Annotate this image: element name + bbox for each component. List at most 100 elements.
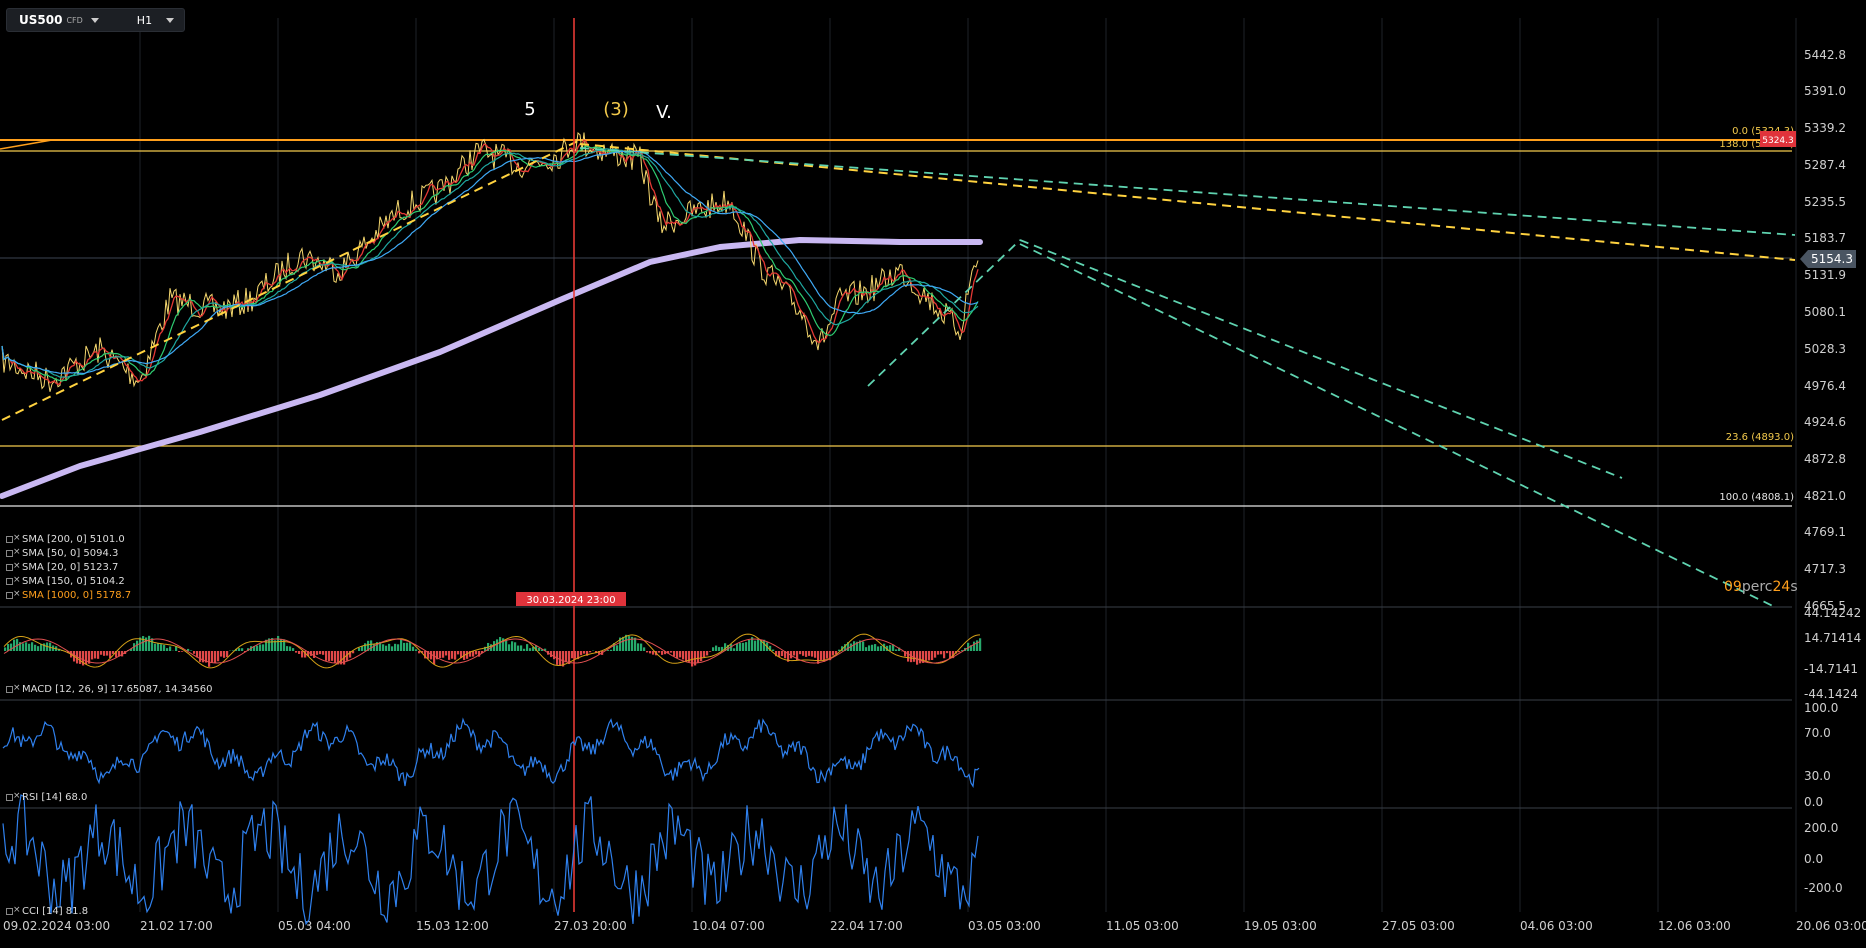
time-axis-tick: 19.05 03:00 xyxy=(1244,919,1317,933)
macd-histogram-bar xyxy=(865,647,868,651)
macd-histogram-bar xyxy=(388,643,391,651)
macd-histogram-bar xyxy=(937,651,940,655)
macd-histogram-bar xyxy=(298,651,301,654)
macd-histogram-bar xyxy=(979,638,982,651)
macd-histogram-bar xyxy=(523,648,526,651)
macd-histogram-bar xyxy=(826,651,829,659)
price-badge-text: 5324.3 xyxy=(1762,136,1794,146)
rsi-line xyxy=(2,717,980,788)
macd-axis-tick: -44.1424 xyxy=(1804,687,1858,701)
macd-histogram-bar xyxy=(439,651,442,658)
settings-icon[interactable] xyxy=(6,560,21,573)
price-axis-tick: 5183.7 xyxy=(1804,231,1846,245)
macd-histogram-bar xyxy=(211,651,214,663)
timeframe-selector[interactable]: H1 xyxy=(109,14,184,27)
macd-histogram-bar xyxy=(862,641,865,651)
settings-icon[interactable] xyxy=(6,904,21,917)
legend-macd[interactable]: MACD [12, 26, 9] 17.65087, 14.34560 xyxy=(6,682,212,696)
symbol-tag: CFD xyxy=(66,15,83,25)
chart-canvas[interactable]: 5442.8 5391.0 5339.2 5287.4 5235.5 5183.7 5131… xyxy=(0,0,1866,948)
settings-icon[interactable] xyxy=(6,574,21,587)
macd-histogram-bar xyxy=(475,651,478,655)
settings-icon[interactable] xyxy=(6,532,21,545)
legend-sma-200[interactable]: SMA [200, 0] 5101.0 xyxy=(6,532,125,546)
legend-sma-20-text: SMA [20, 0] 5123.7 xyxy=(22,562,119,573)
macd-histogram-bar xyxy=(4,647,7,651)
macd-histogram-bar xyxy=(289,646,292,651)
macd-histogram-bar xyxy=(958,651,961,653)
macd-histogram-bar xyxy=(241,648,244,651)
legend-sma-20[interactable]: SMA [20, 0] 5123.7 xyxy=(6,560,119,574)
macd-histogram-bar xyxy=(214,651,217,663)
macd-histogram-bar xyxy=(916,651,919,665)
macd-histogram-bar xyxy=(793,651,796,656)
settings-icon[interactable] xyxy=(6,588,21,601)
rsi-axis-tick: 70.0 xyxy=(1804,726,1831,740)
macd-histogram-bar xyxy=(412,646,415,651)
macd-histogram-bar xyxy=(919,651,922,664)
macd-histogram-bar xyxy=(742,642,745,651)
macd-histogram-bar xyxy=(832,651,835,656)
settings-icon[interactable] xyxy=(6,790,21,803)
chevron-down-icon xyxy=(166,17,175,23)
settings-icon[interactable] xyxy=(6,682,21,695)
macd-histogram-bar xyxy=(715,645,718,651)
macd-histogram-bar xyxy=(517,645,520,651)
macd-histogram-bar xyxy=(925,651,928,661)
legend-sma-150[interactable]: SMA [150, 0] 5104.2 xyxy=(6,574,125,588)
macd-histogram-bar xyxy=(451,651,454,659)
macd-histogram-bar xyxy=(691,651,694,667)
countdown-timer: 09perc24s xyxy=(1724,579,1798,595)
macd-histogram-bar xyxy=(589,651,592,653)
macd-histogram-bar xyxy=(706,651,709,656)
macd-histogram-bar xyxy=(154,643,157,651)
legend-cci-text: CCI [14] 81.8 xyxy=(22,906,89,917)
legend-sma-50[interactable]: SMA [50, 0] 5094.3 xyxy=(6,546,118,560)
macd-histogram-bar xyxy=(325,651,328,661)
macd-histogram-bar xyxy=(442,651,445,658)
cci-axis-tick: 0.0 xyxy=(1804,852,1823,866)
macd-histogram-bar xyxy=(853,641,856,651)
trend-dashed-up xyxy=(1,139,581,421)
macd-histogram-bar xyxy=(286,646,289,651)
macd-axis-tick: 44.14242 xyxy=(1804,606,1861,620)
price-axis-tick: 5287.4 xyxy=(1804,158,1846,172)
macd-histogram-bar xyxy=(106,651,109,656)
time-axis-tick: 05.03 04:00 xyxy=(278,919,351,933)
sma-20-line xyxy=(1,139,979,386)
price-axis-tick: 4976.4 xyxy=(1804,379,1846,393)
macd-histogram-bar xyxy=(889,645,892,651)
symbol-selector[interactable]: US500 CFD xyxy=(7,13,109,27)
macd-histogram-bar xyxy=(166,648,169,651)
macd-histogram-bar xyxy=(649,651,652,654)
price-axis-tick: 4821.0 xyxy=(1804,489,1846,503)
macd-histogram-bar xyxy=(709,651,712,652)
macd-histogram-bar xyxy=(943,651,946,659)
legend-rsi[interactable]: RSI [14] 68.0 xyxy=(6,790,87,804)
fib-label-23-6: 23.6 (4893.0) xyxy=(1726,432,1794,443)
macd-histogram-bar xyxy=(685,651,688,662)
trend-dashed-fall-2 xyxy=(1019,243,1776,608)
settings-icon[interactable] xyxy=(6,546,21,559)
price-axis-tick: 4769.1 xyxy=(1804,525,1846,539)
macd-histogram-bar xyxy=(580,651,583,656)
macd-histogram-bar xyxy=(322,651,325,655)
macd-histogram-bar xyxy=(178,651,181,653)
macd-histogram-bar xyxy=(814,651,817,658)
legend-sma-1000[interactable]: SMA [1000, 0] 5178.7 xyxy=(6,588,131,602)
macd-histogram-bar xyxy=(757,638,760,651)
macd-histogram-bar xyxy=(334,651,337,664)
macd-histogram-bar xyxy=(280,638,283,651)
macd-histogram-bar xyxy=(400,638,403,651)
macd-histogram-bar xyxy=(220,651,223,657)
macd-histogram-bar xyxy=(508,644,511,651)
macd-histogram-bar xyxy=(103,651,106,656)
macd-histogram-bar xyxy=(736,643,739,651)
legend-cci[interactable]: CCI [14] 81.8 xyxy=(6,904,89,918)
macd-histogram-bar xyxy=(514,642,517,651)
macd-histogram-bar xyxy=(217,651,220,662)
macd-histogram-bar xyxy=(622,636,625,651)
legend-sma-200-text: SMA [200, 0] 5101.0 xyxy=(22,534,125,545)
macd-histogram-bar xyxy=(295,651,298,653)
time-axis-tick: 27.03 20:00 xyxy=(554,919,627,933)
